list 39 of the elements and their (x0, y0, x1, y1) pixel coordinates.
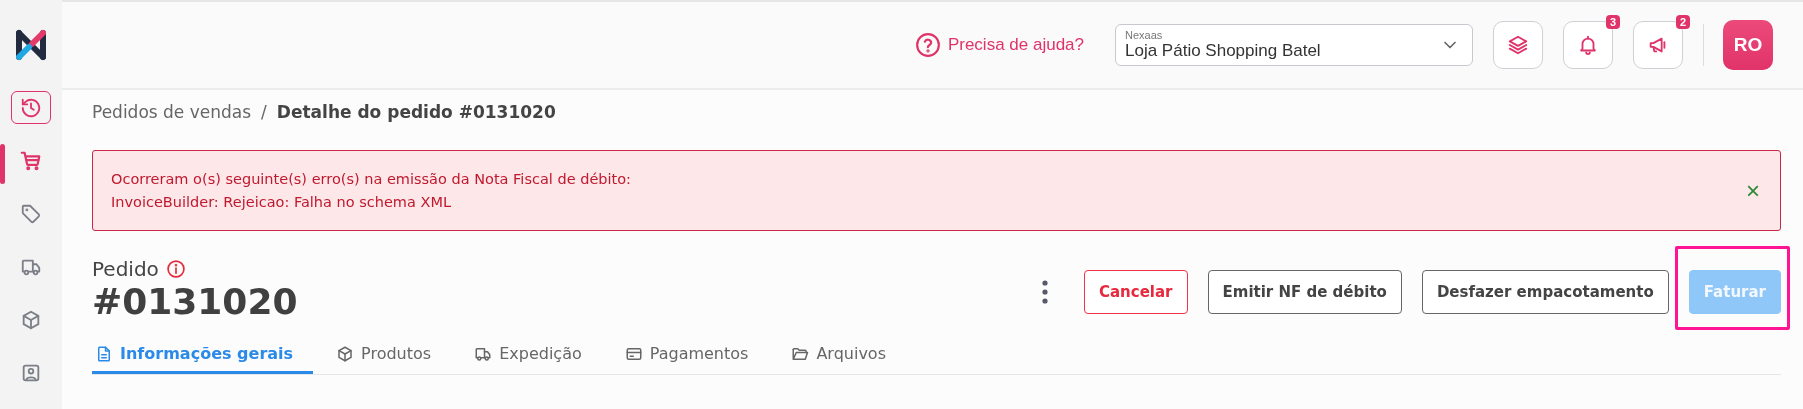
box-icon (20, 308, 42, 331)
alert-message: Ocorreram o(s) seguinte(s) erro(s) na emissão da Nota Fiscal de débito: (111, 171, 632, 187)
tab[interactable]: Pagamentos (621, 344, 769, 375)
count-badge: 3 (1605, 15, 1620, 29)
kebab-icon (1041, 279, 1048, 304)
active-indicator (0, 144, 5, 185)
order-label: Pedido (92, 257, 159, 281)
select-label: Nexaas (1125, 29, 1164, 41)
layers-button[interactable] (1493, 21, 1543, 69)
layers-icon (1507, 34, 1529, 56)
count-badge: 2 (1675, 15, 1690, 29)
history-icon (20, 96, 42, 119)
help-icon (914, 32, 941, 58)
sidebar-item[interactable] (11, 91, 51, 125)
tag-icon (20, 202, 42, 225)
select-value: Loja Pátio Shopping Batel (1125, 41, 1322, 61)
action-button[interactable]: Cancelar (1083, 269, 1188, 314)
action-button[interactable]: Desfazer empacotamento (1421, 269, 1669, 314)
tab[interactable]: Arquivos (788, 344, 906, 375)
tab[interactable]: Informações gerais (92, 344, 314, 375)
breadcrumb-separator: / (261, 102, 267, 122)
user-avatar[interactable]: RO (1723, 20, 1773, 70)
help-link[interactable]: Precisa de ajuda? (914, 32, 1084, 58)
store-select[interactable]: Nexaas Loja Pátio Shopping Batel (1115, 24, 1473, 66)
close-button[interactable]: × (1738, 178, 1760, 203)
cart-icon (20, 149, 42, 172)
action-button[interactable]: Emitir NF de débito (1207, 269, 1402, 314)
bell-icon (1577, 34, 1599, 56)
breadcrumb-link[interactable]: Pedidos de vendas (92, 102, 252, 122)
document-icon (95, 344, 113, 363)
box-icon (336, 344, 355, 363)
help-text: Precisa de ajuda? (947, 35, 1084, 55)
alert-message: InvoiceBuilder: Rejeicao: Falha no schema XML (111, 194, 452, 210)
order-number: #0131020 (92, 281, 298, 323)
logo-icon (16, 29, 46, 61)
info-icon (165, 259, 186, 279)
tab[interactable]: Produtos (333, 344, 452, 375)
breadcrumb-current: Detalhe do pedido #0131020 (276, 102, 556, 122)
tab[interactable]: Expedição (471, 344, 602, 375)
